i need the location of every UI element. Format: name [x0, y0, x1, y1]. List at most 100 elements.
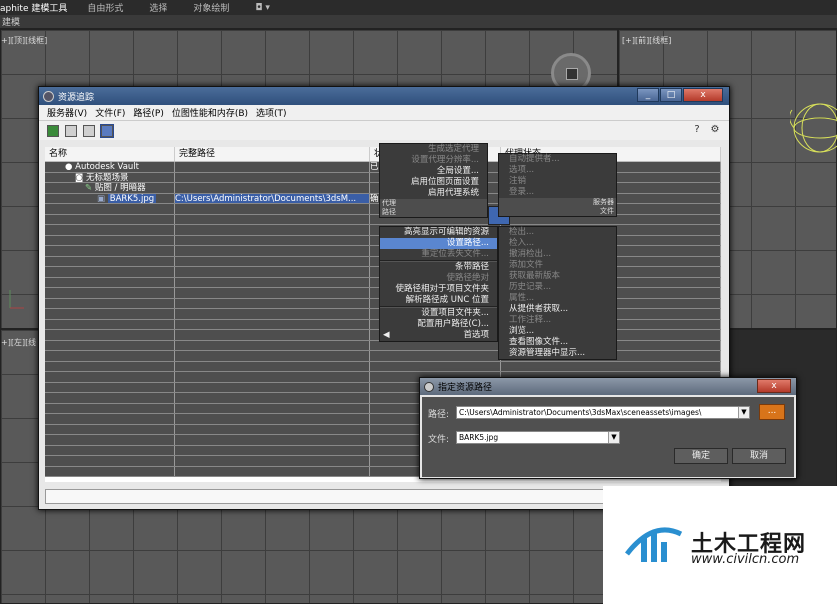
menu-item-get-from-provider[interactable]: 从提供者获取... [499, 304, 616, 315]
minimize-button[interactable]: _ [637, 88, 659, 102]
ribbon-tab-selection[interactable]: 选择 [149, 1, 167, 14]
row-path [175, 172, 370, 182]
file-label: 文件: [428, 435, 450, 445]
menu-item-generate-proxy[interactable]: 生成选定代理 [380, 144, 487, 155]
quad-menu-top-left: 生成选定代理 设置代理分辨率... 全局设置... 启用位图页面设置 启用代理系… [379, 143, 488, 218]
viewport-left-label[interactable]: +][左][线 [1, 337, 36, 348]
menu-options[interactable]: 选项(T) [256, 106, 287, 119]
menu-item-make-relative[interactable]: 使路径相对于项目文件夹 [380, 284, 497, 295]
menu-server[interactable]: 服务器(V) [47, 106, 87, 119]
dialog-close-button[interactable]: x [757, 379, 791, 393]
menu-item-proxy-resolution[interactable]: 设置代理分辨率... [380, 155, 487, 166]
menu-item-highlight-editable[interactable]: 高亮显示可编辑的资源 [380, 227, 497, 238]
quad-menu-bottom-left: 高亮显示可编辑的资源 设置路径... 重定位丢失文件... 条带路径 使路径绝对… [379, 226, 498, 342]
menu-file[interactable]: 文件(F) [95, 106, 125, 119]
specify-path-dialog: 指定资源路径 x 路径: C:\Users\Administrator\Docu… [419, 377, 797, 479]
menu-item-history[interactable]: 历史记录... [499, 282, 616, 293]
civilcn-logo-icon [625, 527, 683, 562]
detail-view-icon[interactable] [83, 124, 95, 137]
chevron-down-icon[interactable]: ▼ [738, 407, 749, 418]
empty-table-row [45, 351, 721, 362]
menu-item-auto-provider[interactable]: 自动提供者... [499, 154, 616, 165]
logo-url: www.civilcn.com [691, 552, 800, 567]
ribbon-subbar: 建模 [0, 15, 837, 29]
row-path [175, 162, 370, 172]
path-value: C:\Users\Administrator\Documents\3dsMax\… [459, 408, 702, 417]
menu-item-strip-path[interactable]: 条带路径 [380, 262, 497, 273]
menu-item-resolve-unc[interactable]: 解析路径成 UNC 位置 [380, 295, 497, 306]
menu-item-checkin[interactable]: 检入... [499, 238, 616, 249]
menu-item-set-project-folder[interactable]: 设置项目文件夹... [380, 308, 497, 319]
asset-window-titlebar[interactable]: 资源追踪 [39, 87, 729, 105]
ribbon-tab-modeling[interactable]: aphite 建模工具 [0, 1, 67, 14]
quad-header-server: 服务器 [499, 198, 616, 207]
menu-item-options[interactable]: 选项... [499, 165, 616, 176]
menu-item-bitmap-paging[interactable]: 启用位图页面设置 [380, 177, 487, 188]
ribbon-options-toggle[interactable]: ◘ ▾ [255, 3, 270, 13]
ribbon-tab-freeform[interactable]: 自由形式 [87, 1, 123, 14]
menu-paths[interactable]: 路径(P) [133, 106, 163, 119]
menu-item-view-image[interactable]: 查看图像文件... [499, 337, 616, 348]
menu-item-configure-user-paths[interactable]: 配置用户路径(C)... [380, 319, 497, 330]
menu-item-relocate-missing[interactable]: 重定位丢失文件... [380, 249, 497, 260]
menu-item-set-path[interactable]: 设置路径... [380, 238, 497, 249]
quad-menu-bottom-right: 检出... 检入... 撤消检出... 添加文件 获取最新版本 历史记录... … [498, 226, 617, 360]
menu-item-browse[interactable]: 浏览... [499, 326, 616, 337]
viewport-top-label[interactable]: +][顶][线框] [1, 35, 47, 46]
menu-item-global-settings[interactable]: 全局设置... [380, 166, 487, 177]
menu-item-login[interactable]: 登录... [499, 187, 616, 198]
watermark-logo: 土木工程网 www.civilcn.com [603, 486, 837, 604]
ok-button[interactable]: 确定 [674, 448, 728, 464]
menu-item-make-absolute[interactable]: 使路径绝对 [380, 273, 497, 284]
row-name: 贴图 / 明暗器 [94, 183, 146, 193]
dialog-titlebar[interactable]: 指定资源路径 [420, 378, 796, 395]
close-button[interactable]: x [683, 88, 723, 102]
row-path: C:\Users\Administrator\Documents\3dsM... [175, 193, 370, 203]
refresh-icon[interactable] [47, 124, 59, 137]
menu-bitmap-performance[interactable]: 位图性能和内存(B) [172, 106, 248, 119]
col-full-path[interactable]: 完整路径 [175, 147, 370, 161]
maps-icon: ✎ [85, 183, 93, 193]
cancel-button[interactable]: 取消 [732, 448, 786, 464]
scene-icon: ◙ [75, 172, 84, 183]
path-label: 路径: [428, 410, 450, 420]
row-name: BARK5.jpg [107, 193, 157, 203]
menu-item-undo-checkout[interactable]: 撤消检出... [499, 249, 616, 260]
menu-item-add-files[interactable]: 添加文件 [499, 260, 616, 271]
list-view-icon[interactable] [65, 124, 77, 137]
viewport-front-label[interactable]: [+][前][线框] [622, 35, 671, 46]
subbar-label: 建模 [2, 18, 21, 28]
help-icon[interactable]: ? [691, 124, 703, 136]
quad-header-proxy: 代理 [380, 199, 487, 208]
file-value: BARK5.jpg [459, 433, 499, 442]
menu-item-work-notes[interactable]: 工作注释... [499, 315, 616, 326]
ribbon-tab-object-paint[interactable]: 对象绘制 [193, 1, 229, 14]
table-view-icon[interactable] [100, 123, 114, 138]
quad-header-paths: 路径 [380, 208, 487, 217]
menu-item-properties[interactable]: 属性... [499, 293, 616, 304]
menu-item-preferences[interactable]: ◀ 首选项 [380, 330, 497, 341]
menu-item-get-latest[interactable]: 获取最新版本 [499, 271, 616, 282]
menu-item-show-in-explorer[interactable]: 资源管理器中显示... [499, 348, 616, 359]
col-name[interactable]: 名称 [45, 147, 175, 161]
menu-item-enable-proxy[interactable]: 启用代理系统 [380, 188, 487, 199]
file-combo[interactable]: BARK5.jpg ▼ [456, 431, 620, 444]
graphite-ribbon: aphite 建模工具 自由形式 选择 对象绘制 ◘ ▾ [0, 0, 837, 15]
asset-toolbar: ? ⚙ [39, 121, 729, 140]
quad-header-files: 文件 [499, 207, 616, 216]
row-name: 无标题场景 [85, 172, 129, 183]
menu-item-logout[interactable]: 注销 [499, 176, 616, 187]
row-path [175, 183, 370, 193]
menu-item-checkout[interactable]: 检出... [499, 227, 616, 238]
chevron-down-icon[interactable]: ▼ [608, 432, 619, 443]
settings-icon[interactable]: ⚙ [709, 124, 721, 136]
axis-gizmo-icon [9, 290, 24, 309]
image-file-icon: ▣ [97, 193, 106, 204]
menu-arrow-icon: ◀ [383, 330, 390, 340]
quad-menu-top-right: 自动提供者... 选项... 注销 登录... 服务器 文件 [498, 153, 617, 217]
path-combo[interactable]: C:\Users\Administrator\Documents\3dsMax\… [456, 406, 750, 419]
maximize-button[interactable]: □ [660, 88, 682, 102]
browse-button[interactable]: ... [759, 404, 785, 420]
dialog-body: 路径: C:\Users\Administrator\Documents\3ds… [422, 397, 794, 477]
empty-table-row [45, 361, 721, 372]
